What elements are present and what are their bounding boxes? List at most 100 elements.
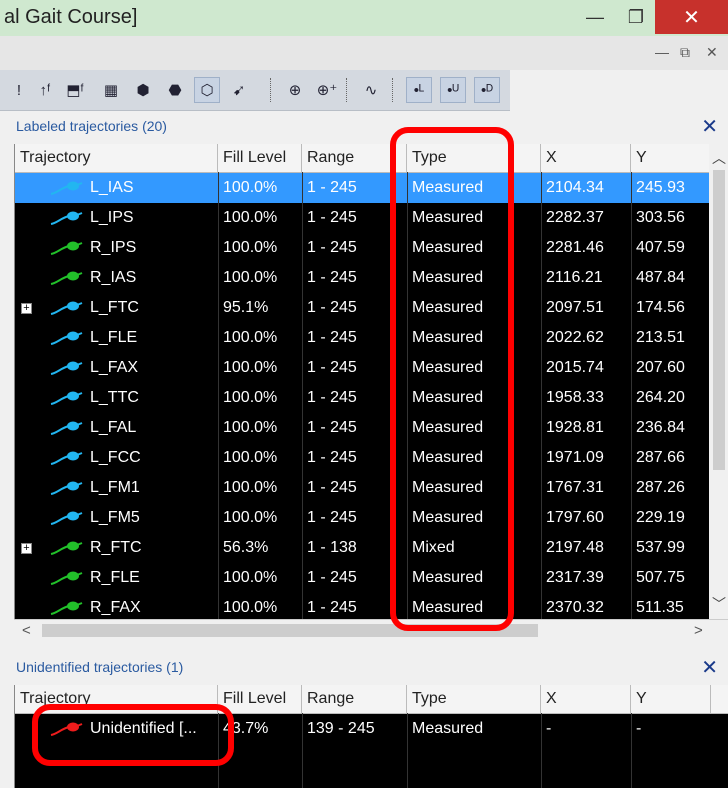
- unidentified-panel-close-icon[interactable]: ✕: [701, 655, 718, 680]
- cell-y: 303.56: [636, 209, 685, 226]
- unlabeled-marker-icon[interactable]: •ᵁ: [440, 77, 466, 103]
- cell-type: Measured: [412, 389, 484, 406]
- cell-x: 2097.51: [546, 299, 604, 316]
- trajectory-icon: [50, 181, 83, 195]
- cell-x: 2197.48: [546, 539, 604, 556]
- column-header-y[interactable]: Y: [631, 144, 711, 172]
- wireframe-cube-icon[interactable]: ⬡: [194, 77, 220, 103]
- doc-close-button[interactable]: ✕: [706, 44, 718, 61]
- column-header-range[interactable]: Range: [302, 685, 407, 713]
- cell-range: 1 - 245: [307, 359, 357, 376]
- cell-y: 174.56: [636, 299, 685, 316]
- trajectory-row[interactable]: L_FLE 100.0% 1 - 245 Measured 2022.62 213.51: [15, 323, 728, 353]
- cell-x: 1928.81: [546, 419, 604, 436]
- force-arrow-icon[interactable]: ↑ᶠ: [32, 77, 58, 103]
- crosshair-icon[interactable]: ⊕: [282, 77, 308, 103]
- cell-x: 2317.39: [546, 569, 604, 586]
- column-header-x[interactable]: X: [541, 144, 631, 172]
- column-header-fill-level[interactable]: Fill Level: [218, 685, 302, 713]
- expand-icon[interactable]: +: [21, 303, 32, 314]
- labeled-vertical-scrollbar[interactable]: ︿ ﹀: [709, 144, 728, 620]
- cell-fill: 100.0%: [223, 569, 278, 586]
- cube-small-icon[interactable]: ⬣: [162, 77, 188, 103]
- trajectory-icon: [50, 301, 83, 315]
- scroll-right-icon[interactable]: >: [694, 622, 703, 639]
- trajectory-row[interactable]: L_IPS 100.0% 1 - 245 Measured 2282.37 303.56: [15, 203, 728, 233]
- crosshair-plus-icon[interactable]: ⊕⁺: [314, 77, 340, 103]
- labeled-panel-title: Labeled trajectories (20): [16, 118, 167, 134]
- trajectory-row[interactable]: L_FAX 100.0% 1 - 245 Measured 2015.74 207.60: [15, 353, 728, 383]
- cell-fill: 43.7%: [223, 720, 269, 737]
- doc-restore-button[interactable]: ⧉: [680, 44, 690, 61]
- doc-minimize-button[interactable]: —: [655, 44, 669, 60]
- column-header-type[interactable]: Type: [407, 144, 541, 172]
- cell-range: 1 - 245: [307, 269, 357, 286]
- trajectory-row[interactable]: R_FLE 100.0% 1 - 245 Measured 2317.39 507.75: [15, 563, 728, 593]
- discarded-marker-icon[interactable]: •ᴰ: [474, 77, 500, 103]
- cell-fill: 100.0%: [223, 389, 278, 406]
- labeled-trajectory-grid[interactable]: Trajectory Fill Level Range Type X Y L_IAS 100…: [14, 144, 728, 620]
- marker-icon[interactable]: !: [6, 77, 32, 103]
- cell-fill: 56.3%: [223, 539, 269, 556]
- cursor-icon[interactable]: ➹: [226, 77, 252, 103]
- column-header-type[interactable]: Type: [407, 685, 541, 713]
- trajectory-row[interactable]: Unidentified [... 43.7% 139 - 245 Measured -…: [15, 714, 728, 744]
- cell-x: 2104.34: [546, 179, 604, 196]
- trajectory-row[interactable]: R_IAS 100.0% 1 - 245 Measured 2116.21 487.84: [15, 263, 728, 293]
- trajectory-row[interactable]: L_FCC 100.0% 1 - 245 Measured 1971.09 287.66: [15, 443, 728, 473]
- labeled-panel-close-icon[interactable]: ✕: [701, 114, 718, 139]
- toolbar-separator: [346, 78, 349, 102]
- cell-type: Measured: [412, 509, 484, 526]
- labeled-hscroll-thumb[interactable]: [42, 624, 538, 637]
- trajectory-row[interactable]: L_TTC 100.0% 1 - 245 Measured 1958.33 264.20: [15, 383, 728, 413]
- trajectory-row[interactable]: + L_FTC 95.1% 1 - 245 Measured 2097.51 174.56: [15, 293, 728, 323]
- labeled-marker-icon[interactable]: •ᴸ: [406, 77, 432, 103]
- cell-type: Measured: [412, 569, 484, 586]
- toolbar-separator: [392, 78, 395, 102]
- grid-icon[interactable]: ▦: [98, 77, 124, 103]
- trajectory-icon: [50, 211, 83, 225]
- view-toolbar: ! ↑ᶠ ⬒ᶠ ▦ ⬢ ⬣ ⬡ ➹ ⊕ ⊕⁺ ∿ •ᴸ •ᵁ •ᴰ: [0, 70, 510, 111]
- cell-name: L_IPS: [90, 209, 134, 226]
- expand-icon[interactable]: +: [21, 543, 32, 554]
- scroll-left-icon[interactable]: <: [22, 622, 31, 639]
- trajectory-row[interactable]: L_FM1 100.0% 1 - 245 Measured 1767.31 287.26: [15, 473, 728, 503]
- cell-x: 2370.32: [546, 599, 604, 616]
- cell-name: R_FAX: [90, 599, 141, 616]
- scroll-up-icon[interactable]: ︿: [712, 148, 726, 168]
- trajectory-row[interactable]: L_FAL 100.0% 1 - 245 Measured 1928.81 236.84: [15, 413, 728, 443]
- column-header-trajectory[interactable]: Trajectory: [15, 144, 218, 172]
- close-button[interactable]: ✕: [655, 0, 728, 34]
- cell-fill: 100.0%: [223, 179, 278, 196]
- cell-x: 1958.33: [546, 389, 604, 406]
- column-header-fill-level[interactable]: Fill Level: [218, 144, 302, 172]
- column-header-trajectory[interactable]: Trajectory: [15, 685, 218, 713]
- column-header-y[interactable]: Y: [631, 685, 711, 713]
- trajectory-row[interactable]: L_IAS 100.0% 1 - 245 Measured 2104.34 245.93: [15, 173, 728, 203]
- trajectory-row[interactable]: L_FM5 100.0% 1 - 245 Measured 1797.60 229.19: [15, 503, 728, 533]
- labeled-vscroll-thumb[interactable]: [713, 170, 725, 470]
- cell-range: 1 - 245: [307, 569, 357, 586]
- maximize-button[interactable]: ❐: [619, 0, 653, 34]
- cell-fill: 100.0%: [223, 359, 278, 376]
- cell-range: 1 - 245: [307, 329, 357, 346]
- trajectory-row[interactable]: R_IPS 100.0% 1 - 245 Measured 2281.46 407.59: [15, 233, 728, 263]
- trajectory-row[interactable]: R_FAX 100.0% 1 - 245 Measured 2370.32 511.35: [15, 593, 728, 620]
- cell-y: 487.84: [636, 269, 685, 286]
- waveform-icon[interactable]: ∿: [358, 77, 384, 103]
- cell-fill: 100.0%: [223, 209, 278, 226]
- column-divider: [218, 172, 219, 620]
- column-header-x[interactable]: X: [541, 685, 631, 713]
- trajectory-row[interactable]: + R_FTC 56.3% 1 - 138 Mixed 2197.48 537.99: [15, 533, 728, 563]
- minimize-button[interactable]: —: [571, 0, 619, 34]
- unidentified-trajectory-grid[interactable]: Trajectory Fill Level Range Type X Y Unidenti…: [14, 685, 728, 788]
- cube-icon[interactable]: ⬢: [130, 77, 156, 103]
- cell-x: 1971.09: [546, 449, 604, 466]
- cell-range: 1 - 245: [307, 299, 357, 316]
- scroll-down-icon[interactable]: ﹀: [712, 594, 726, 614]
- column-header-range[interactable]: Range: [302, 144, 407, 172]
- force-plate-icon[interactable]: ⬒ᶠ: [62, 77, 88, 103]
- cell-y: -: [636, 720, 642, 737]
- labeled-horizontal-scrollbar[interactable]: < >: [14, 619, 728, 642]
- column-divider: [407, 713, 408, 788]
